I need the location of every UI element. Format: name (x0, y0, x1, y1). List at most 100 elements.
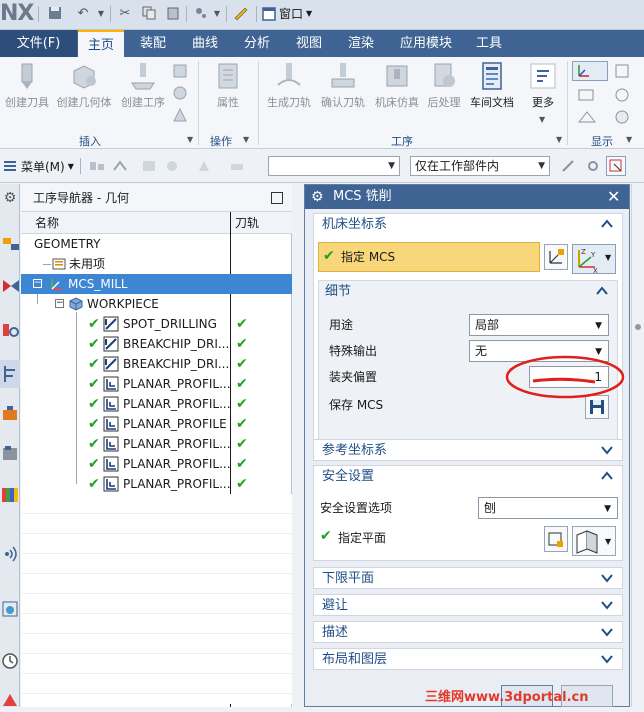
part-navigator-icon[interactable] (0, 316, 20, 344)
menu-button[interactable]: 菜单(M) ▼ (2, 156, 74, 176)
more-button[interactable]: 更多 (522, 61, 564, 110)
small-insert-icon[interactable] (172, 63, 188, 79)
select-mode-button[interactable] (606, 156, 626, 176)
display-small-icon[interactable] (614, 87, 632, 103)
tree-row-operation[interactable]: ✔ SPOT_DRILLING ✔ (21, 314, 292, 334)
tree-row-workpiece[interactable]: − WORKPIECE (21, 294, 292, 314)
tree-row-unused[interactable]: 未用项 (21, 254, 292, 274)
tab-assembly[interactable]: 装配 (134, 30, 172, 57)
collapse-icon[interactable]: − (55, 299, 64, 308)
collapse-icon[interactable]: − (33, 279, 42, 288)
web-browser-icon[interactable] (0, 594, 20, 622)
create-tool-button[interactable]: 创建刀具 (2, 61, 52, 110)
tree-row-operation[interactable]: ✔ PLANAR_PROFIL... ✔ (21, 374, 292, 394)
close-icon[interactable]: ✕ (607, 185, 620, 209)
tab-curve[interactable]: 曲线 (186, 30, 224, 57)
undo-icon[interactable]: ↶ (74, 4, 92, 22)
tree-row-operation[interactable]: ✔ PLANAR_PROFIL... ✔ (21, 434, 292, 454)
pencil-icon[interactable] (232, 4, 250, 22)
section-header[interactable]: 下限平面 (314, 568, 622, 590)
section-reference-csys[interactable]: 参考坐标系 (313, 439, 623, 461)
generate-toolpath-button[interactable]: 生成刀轨 (264, 61, 314, 110)
save-icon[interactable] (46, 4, 64, 22)
column-name[interactable]: 名称 (35, 212, 59, 234)
safety-option-dropdown[interactable]: 刨 ▼ (478, 497, 618, 519)
plane-dialog-button[interactable] (544, 526, 568, 552)
tree-row-operation[interactable]: ✔ BREAKCHIP_DRI... ✔ (21, 334, 292, 354)
section-lower-limit-plane[interactable]: 下限平面 (313, 567, 623, 589)
tree-row-operation[interactable]: ✔ PLANAR_PROFIL... ✔ (21, 394, 292, 414)
csys-dialog-button[interactable] (544, 244, 568, 270)
snap-icon[interactable] (560, 158, 578, 174)
shop-documentation-button[interactable]: 车间文档 (466, 61, 518, 110)
assembly-navigator-icon[interactable] (0, 230, 20, 258)
create-geometry-button[interactable]: 创建几何体 (54, 61, 114, 110)
window-menu[interactable]: 窗口 ▼ (262, 5, 312, 23)
verify-toolpath-button[interactable]: 确认刀轨 (318, 61, 368, 110)
palette-icon[interactable] (0, 480, 20, 508)
section-header[interactable]: 描述 (314, 622, 622, 644)
chevron-down-icon[interactable]: ▼ (539, 115, 545, 124)
snap-icon[interactable] (584, 158, 602, 174)
tab-render[interactable]: 渲染 (342, 30, 380, 57)
subsection-header[interactable]: 细节 (319, 281, 617, 303)
machine-tool-navigator-icon[interactable] (0, 400, 20, 428)
section-layout-layers[interactable]: 布局和图层 (313, 648, 623, 670)
type-filter-dropdown[interactable]: ▼ (268, 156, 400, 176)
section-header[interactable]: 安全设置 (314, 466, 622, 488)
paste-icon[interactable] (164, 4, 182, 22)
chevron-down-icon[interactable]: ▼ (243, 135, 249, 144)
system-material-icon[interactable] (0, 684, 20, 712)
filter-icon[interactable] (164, 158, 182, 174)
filter-icon[interactable] (112, 158, 130, 174)
display-orient-button[interactable] (572, 61, 608, 81)
display-small-icon[interactable] (578, 87, 596, 103)
properties-button[interactable]: 属性 (205, 61, 251, 110)
column-toolpath[interactable]: 刀轨 (235, 212, 259, 234)
tree-row-geometry[interactable]: GEOMETRY (21, 234, 292, 254)
csys-type-dropdown[interactable]: ZY X ▼ (572, 244, 616, 275)
maximize-icon[interactable] (271, 192, 283, 204)
small-insert-icon[interactable] (172, 107, 188, 123)
history-clock-icon[interactable] (0, 646, 20, 674)
tab-view[interactable]: 视图 (290, 30, 328, 57)
reuse-library-icon[interactable] (0, 440, 20, 468)
graphics-scrollbar[interactable] (631, 184, 644, 707)
tree-row-mcs-mill[interactable]: − MCS_MILL (21, 274, 292, 294)
tab-home[interactable]: 主页 (78, 30, 124, 57)
postprocess-button[interactable]: 后处理 (422, 61, 466, 110)
section-header[interactable]: 布局和图层 (314, 649, 622, 671)
chevron-down-icon[interactable]: ▼ (556, 135, 562, 144)
section-avoid[interactable]: 避让 (313, 594, 623, 616)
broadcast-icon[interactable] (0, 538, 20, 566)
section-description[interactable]: 描述 (313, 621, 623, 643)
tree-row-operation[interactable]: ✔ PLANAR_PROFILE ✔ (21, 414, 292, 434)
section-header[interactable]: 避让 (314, 595, 622, 617)
copy-icon[interactable] (140, 4, 158, 22)
constraint-navigator-icon[interactable] (0, 272, 20, 300)
tab-file[interactable]: 文件(F) (0, 30, 77, 57)
chevron-down-icon[interactable]: ▼ (626, 135, 632, 144)
section-header[interactable]: 参考坐标系 (314, 440, 622, 462)
gear-icon[interactable]: ⚙ (0, 184, 20, 212)
small-insert-icon[interactable] (172, 85, 188, 101)
machine-simulation-button[interactable]: 机床仿真 (372, 61, 422, 110)
create-operation-button[interactable]: 创建工序 (118, 61, 168, 110)
tab-tools[interactable]: 工具 (470, 30, 508, 57)
tab-applications[interactable]: 应用模块 (394, 30, 458, 57)
filter-icon[interactable] (140, 158, 158, 174)
tab-analysis[interactable]: 分析 (238, 30, 276, 57)
filter-icon[interactable] (228, 158, 246, 174)
display-small-icon[interactable] (614, 109, 632, 125)
filter-icon[interactable] (196, 158, 214, 174)
plane-type-dropdown[interactable]: ▼ (572, 526, 616, 556)
section-header[interactable]: 机床坐标系 (314, 214, 622, 236)
undo-dropdown-icon[interactable]: ▼ (92, 4, 110, 22)
filter-icon[interactable] (88, 158, 106, 174)
display-small-icon[interactable] (614, 63, 632, 79)
cut-icon[interactable]: ✂ (116, 4, 134, 22)
selection-scope-dropdown[interactable]: 仅在工作部件内 ▼ (410, 156, 550, 176)
tree-row-operation[interactable]: ✔ PLANAR_PROFIL... ✔ (21, 454, 292, 474)
tree-row-operation[interactable]: ✔ BREAKCHIP_DRI... ✔ (21, 354, 292, 374)
tree-row-operation[interactable]: ✔ PLANAR_PROFIL... ✔ (21, 474, 292, 494)
